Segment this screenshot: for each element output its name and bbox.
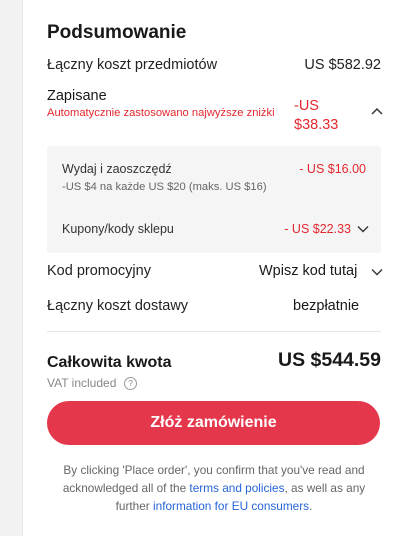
promo-code-label: Kod promocyjny	[47, 263, 151, 279]
promo-code-input[interactable]: Wpisz kod tutaj	[259, 263, 357, 279]
saved-value-line1: -US	[294, 98, 319, 114]
saved-note: Automatycznie zastosowano najwyższe zniż…	[47, 107, 275, 119]
items-cost-label: Łączny koszt przedmiotów	[47, 57, 218, 73]
question-icon[interactable]: ?	[124, 377, 137, 390]
place-order-button[interactable]: Złóż zamówienie	[47, 401, 380, 445]
terms-policies-link[interactable]: terms and policies	[189, 481, 284, 495]
total-label: Całkowita kwota	[47, 354, 172, 371]
discounts-panel: Wydaj i zaoszczędź - US $16.00 -US $4 na…	[47, 146, 381, 253]
total-value: US $544.59	[278, 349, 381, 371]
saved-label: Zapisane	[47, 88, 107, 104]
order-summary-card: Podsumowanie Łączny koszt przedmiotów US…	[22, 0, 403, 536]
spend-save-label: Wydaj i zaoszczędź	[62, 162, 172, 176]
shipping-label: Łączny koszt dostawy	[47, 298, 189, 314]
divider	[47, 331, 381, 332]
chevron-up-icon[interactable]	[370, 106, 384, 116]
items-cost-value: US $582.92	[304, 57, 381, 73]
saved-value-line2: $38.33	[294, 117, 339, 133]
vat-note: VAT included	[47, 376, 117, 390]
spend-save-value: - US $16.00	[299, 162, 366, 176]
eu-consumers-link[interactable]: information for EU consumers	[153, 499, 309, 513]
store-coupons-value[interactable]: - US $22.33	[284, 222, 351, 236]
legal-text: By clicking 'Place order', you confirm t…	[47, 461, 381, 515]
legal-text-part3: .	[309, 499, 313, 513]
saved-value: -US $38.33	[294, 97, 356, 135]
chevron-down-icon[interactable]	[357, 225, 369, 233]
spend-save-sub: -US $4 na każde US $20 (maks. US $16)	[62, 181, 267, 193]
summary-title: Podsumowanie	[47, 22, 187, 43]
chevron-down-icon[interactable]	[371, 268, 383, 276]
store-coupons-label[interactable]: Kupony/kody sklepu	[62, 222, 174, 236]
shipping-value: bezpłatnie	[293, 298, 360, 314]
